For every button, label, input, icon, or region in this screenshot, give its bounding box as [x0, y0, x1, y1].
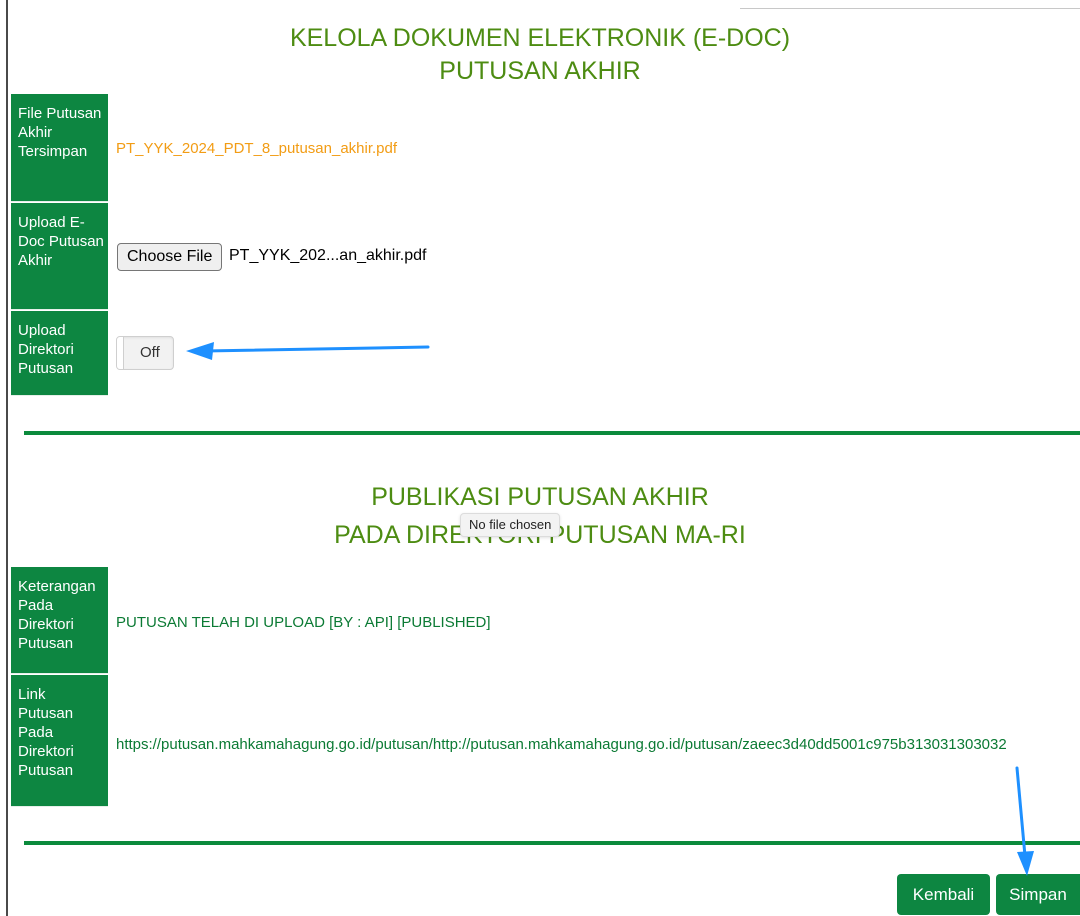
save-button[interactable]: Simpan — [996, 874, 1080, 915]
footer-divider — [24, 841, 1080, 845]
chosen-file-name: PT_YYK_202...an_akhir.pdf — [229, 247, 427, 264]
publication-title: PUBLIKASI PUTUSAN AKHIR — [371, 483, 709, 511]
upload-directory-toggle[interactable]: Off — [116, 336, 174, 370]
directory-note-value: PUTUSAN TELAH DI UPLOAD [BY : API] [PUBL… — [116, 614, 491, 631]
saved-file-name: PT_YYK_2024_PDT_8_putusan_akhir.pdf — [116, 140, 398, 157]
directory-note-label: Keterangan Pada Direktori Putusan — [11, 567, 108, 674]
directory-link-value[interactable]: https://putusan.mahkamahagung.go.id/putu… — [116, 735, 1080, 755]
choose-file-button[interactable]: Choose File — [117, 243, 223, 271]
toggle-knob — [117, 337, 124, 369]
file-input-tooltip: No file chosen — [460, 513, 561, 537]
page-left-border — [6, 0, 8, 916]
arrow-to-toggle — [186, 342, 430, 360]
page-subtitle: PUTUSAN AKHIR — [439, 57, 641, 85]
directory-link-label: Link Putusan Pada Direktori Putusan — [11, 675, 108, 807]
arrow-to-save-button — [1015, 766, 1034, 876]
upload-directory-label: Upload Direktori Putusan — [11, 311, 108, 396]
file-saved-label: File Putusan Akhir Tersimpan — [11, 94, 108, 202]
page-top-rule — [740, 8, 1080, 9]
toggle-state-label: Off — [140, 344, 160, 361]
page-title: KELOLA DOKUMEN ELEKTRONIK (E-DOC) — [289, 24, 791, 52]
back-button[interactable]: Kembali — [897, 874, 990, 915]
annotation-arrows — [186, 342, 1034, 876]
section-divider — [24, 431, 1080, 435]
upload-edoc-label: Upload E-Doc Putusan Akhir — [11, 203, 108, 310]
